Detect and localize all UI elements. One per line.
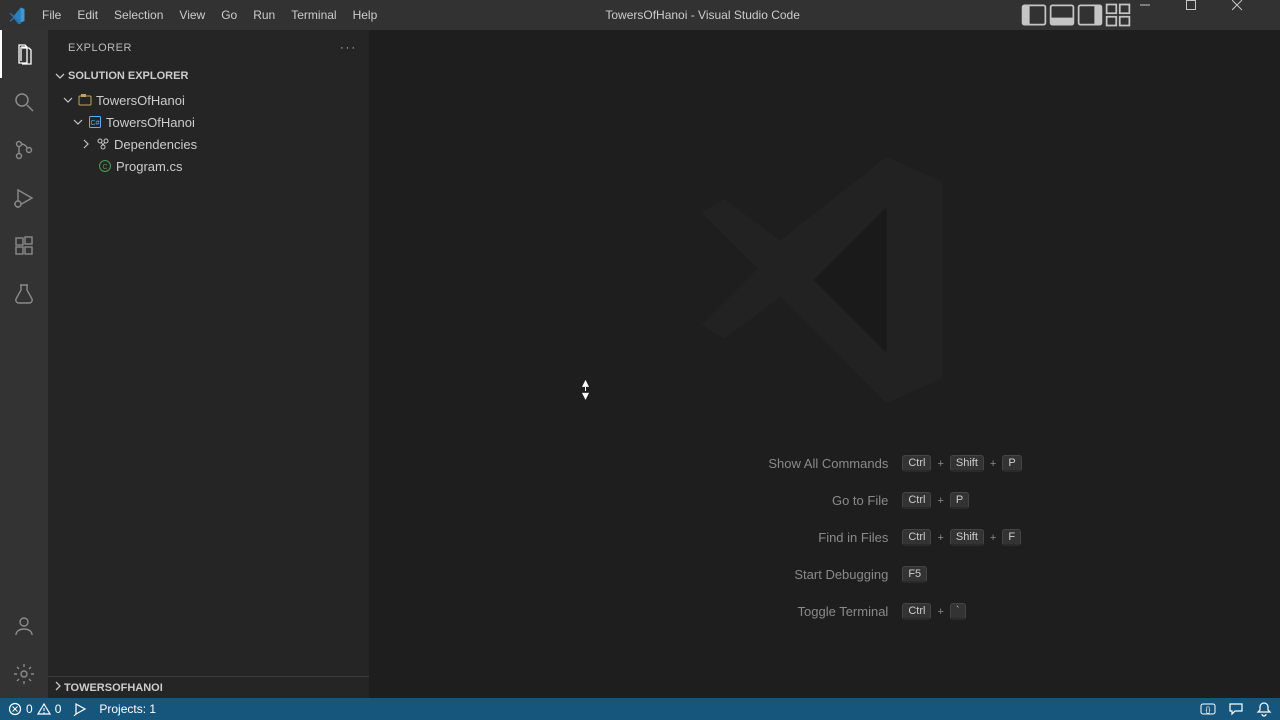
title-controls xyxy=(1020,0,1280,30)
status-projects[interactable]: Projects: 1 xyxy=(99,702,156,716)
status-notifications-icon[interactable] xyxy=(1256,701,1272,717)
section-workspace-folder[interactable]: TOWERSOFHANOI xyxy=(48,676,369,698)
key: Ctrl xyxy=(902,529,931,546)
tree-label: Program.cs xyxy=(116,159,182,174)
window-title: TowersOfHanoi - Visual Studio Code xyxy=(385,8,1020,22)
editor-area: ▴▾ Show All Commands Ctrl+ Shift+ P Go t… xyxy=(370,30,1280,698)
key: Shift xyxy=(950,529,984,546)
key: ` xyxy=(950,603,966,620)
key: Shift xyxy=(950,455,984,472)
solution-tree: TowersOfHanoi C# TowersOfHanoi Dependenc… xyxy=(48,87,369,676)
dependencies-icon xyxy=(94,137,112,151)
chevron-down-icon xyxy=(60,94,76,106)
cmd-find-in-files: Find in Files Ctrl+ Shift+ F xyxy=(628,529,1021,546)
menu-terminal[interactable]: Terminal xyxy=(283,0,344,30)
cmd-start-debugging: Start Debugging F5 xyxy=(628,566,1021,583)
title-bar: File Edit Selection View Go Run Terminal… xyxy=(0,0,1280,30)
tree-file-program[interactable]: C Program.cs xyxy=(48,155,369,177)
chevron-down-icon xyxy=(70,116,86,128)
key: Ctrl xyxy=(902,603,931,620)
menu-run[interactable]: Run xyxy=(245,0,283,30)
cmd-go-to-file: Go to File Ctrl+ P xyxy=(628,492,1021,509)
toggle-primary-sidebar-icon[interactable] xyxy=(1020,0,1048,30)
resize-cursor-icon: ▴▾ xyxy=(582,378,589,400)
cmd-label: Start Debugging xyxy=(628,567,888,582)
chevron-down-icon xyxy=(52,70,68,82)
activity-accounts[interactable] xyxy=(0,602,48,650)
customize-layout-icon[interactable] xyxy=(1104,0,1132,30)
status-error-count: 0 xyxy=(26,702,33,716)
menu-view[interactable]: View xyxy=(171,0,213,30)
section-solution-explorer[interactable]: SOLUTION EXPLORER xyxy=(48,65,369,87)
welcome-commands: Show All Commands Ctrl+ Shift+ P Go to F… xyxy=(628,455,1021,620)
key: P xyxy=(950,492,969,509)
section-title: SOLUTION EXPLORER xyxy=(68,70,188,82)
key: F5 xyxy=(902,566,927,583)
maximize-button[interactable] xyxy=(1186,0,1232,30)
key: Ctrl xyxy=(902,492,931,509)
tree-project[interactable]: C# TowersOfHanoi xyxy=(48,111,369,133)
cmd-keys: Ctrl+ ` xyxy=(902,603,965,620)
cmd-toggle-terminal: Toggle Terminal Ctrl+ ` xyxy=(628,603,1021,620)
cmd-keys: Ctrl+ Shift+ F xyxy=(902,529,1021,546)
activity-search[interactable] xyxy=(0,78,48,126)
workbench: EXPLORER ··· SOLUTION EXPLORER TowersOfH… xyxy=(0,30,1280,698)
csharp-file-icon: C xyxy=(96,159,114,173)
status-feedback-icon[interactable] xyxy=(1228,701,1244,717)
key: F xyxy=(1002,529,1021,546)
cmd-keys: Ctrl+ Shift+ P xyxy=(902,455,1021,472)
activity-extensions[interactable] xyxy=(0,222,48,270)
cmd-keys: F5 xyxy=(902,566,927,583)
activity-source-control[interactable] xyxy=(0,126,48,174)
cmd-show-all-commands: Show All Commands Ctrl+ Shift+ P xyxy=(628,455,1021,472)
solution-icon xyxy=(76,93,94,107)
status-bar: 0 0 Projects: 1 {} xyxy=(0,698,1280,720)
activity-explorer[interactable] xyxy=(0,30,48,78)
menu-bar: File Edit Selection View Go Run Terminal… xyxy=(34,0,385,30)
svg-text:C#: C# xyxy=(91,120,100,127)
menu-go[interactable]: Go xyxy=(213,0,245,30)
status-csharp-icon[interactable]: {} xyxy=(1200,701,1216,717)
chevron-right-icon xyxy=(78,138,94,150)
activity-settings[interactable] xyxy=(0,650,48,698)
minimize-button[interactable] xyxy=(1140,0,1186,30)
menu-edit[interactable]: Edit xyxy=(69,0,106,30)
key: P xyxy=(1002,455,1021,472)
tree-label: TowersOfHanoi xyxy=(96,93,185,108)
svg-text:C: C xyxy=(102,164,107,171)
vscode-watermark-icon xyxy=(685,140,965,420)
section-title: TOWERSOFHANOI xyxy=(64,682,163,694)
status-problems[interactable]: 0 0 xyxy=(8,702,61,716)
tree-solution[interactable]: TowersOfHanoi xyxy=(48,89,369,111)
svg-text:{}: {} xyxy=(1206,707,1211,714)
sidebar: EXPLORER ··· SOLUTION EXPLORER TowersOfH… xyxy=(48,30,370,698)
close-button[interactable] xyxy=(1232,0,1278,30)
tree-label: Dependencies xyxy=(114,137,197,152)
activity-run-debug[interactable] xyxy=(0,174,48,222)
sidebar-header: EXPLORER ··· xyxy=(48,30,369,65)
menu-file[interactable]: File xyxy=(34,0,69,30)
status-warning-count: 0 xyxy=(55,702,62,716)
activity-testing[interactable] xyxy=(0,270,48,318)
sidebar-title: EXPLORER xyxy=(68,42,132,54)
menu-help[interactable]: Help xyxy=(345,0,386,30)
toggle-secondary-sidebar-icon[interactable] xyxy=(1076,0,1104,30)
chevron-right-icon xyxy=(52,680,64,695)
status-debug-target[interactable] xyxy=(73,702,87,716)
key: Ctrl xyxy=(902,455,931,472)
cmd-label: Find in Files xyxy=(628,530,888,545)
vscode-logo-icon xyxy=(0,6,34,24)
cmd-label: Go to File xyxy=(628,493,888,508)
cmd-label: Show All Commands xyxy=(628,456,888,471)
cmd-keys: Ctrl+ P xyxy=(902,492,969,509)
csproj-icon: C# xyxy=(86,115,104,129)
tree-dependencies[interactable]: Dependencies xyxy=(48,133,369,155)
cmd-label: Toggle Terminal xyxy=(628,604,888,619)
toggle-panel-icon[interactable] xyxy=(1048,0,1076,30)
tree-label: TowersOfHanoi xyxy=(106,115,195,130)
activity-bar xyxy=(0,30,48,698)
sidebar-more-icon[interactable]: ··· xyxy=(340,42,357,54)
menu-selection[interactable]: Selection xyxy=(106,0,171,30)
status-projects-label: Projects: 1 xyxy=(99,702,156,716)
